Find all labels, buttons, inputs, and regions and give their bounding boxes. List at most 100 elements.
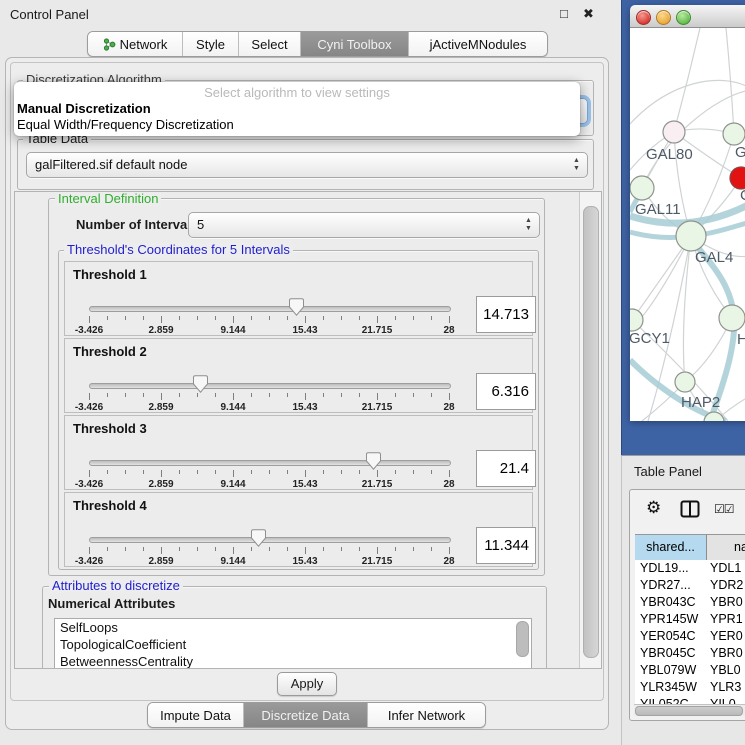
tab-cyni-toolbox[interactable]: Cyni Toolbox [300,32,408,56]
table-hscrollbar-thumb[interactable] [635,706,743,716]
gear-icon[interactable]: ⚙ [646,498,661,518]
network-node-gal11[interactable] [630,176,654,200]
axis-tick-label: 9.144 [208,325,258,336]
axis-tick-label: 28 [424,479,474,490]
threshold-slider-track[interactable] [89,306,451,312]
network-node-hap2[interactable] [675,372,695,392]
zoom-window-icon[interactable] [676,10,691,25]
table-row[interactable]: YPR145WYPR1 [635,611,745,628]
settings-scrollbar-thumb[interactable] [583,206,599,658]
threshold-label: Threshold 2 [73,344,147,359]
network-window: GAL80GACGAL11GAL4GCY1HHAP2 [630,5,745,420]
axis-tick-label: -3.426 [64,325,114,336]
threshold-slider-thumb[interactable] [193,375,208,393]
table-row[interactable]: YBR043CYBR0 [635,594,745,611]
float-window-icon[interactable]: □ [560,6,568,21]
table-row[interactable]: YER054CYER0 [635,628,745,645]
tab-impute-data[interactable]: Impute Data [148,703,243,727]
threshold-panel: Threshold 4-3.4262.8599.14415.4321.71528… [64,492,533,567]
threshold-slider-thumb[interactable] [289,298,304,316]
table-rows: YDL19...YDL1YDR27...YDR2YBR043CYBR0YPR14… [635,560,745,704]
settings-scrollbar-track[interactable] [579,192,601,668]
tab-style[interactable]: Style [182,32,238,56]
table-row[interactable]: YBL079WYBL0 [635,662,745,679]
threshold-slider-track[interactable] [89,383,451,389]
threshold-slider-track[interactable] [89,537,451,543]
network-node-label: GCY1 [630,330,670,347]
axis-tick-label: 15.43 [280,479,330,490]
bottom-tab-bar: Impute Data Discretize Data Infer Networ… [147,702,486,728]
control-panel: Control Panel □ ✖ Network Style Select C… [0,0,612,745]
network-node-c[interactable] [730,167,745,189]
close-panel-icon[interactable]: ✖ [583,6,594,22]
num-intervals-value: 5 [197,217,204,232]
column-header-shared[interactable]: shared... [635,534,707,561]
network-canvas[interactable]: GAL80GACGAL11GAL4GCY1HHAP2 [630,28,745,421]
axis-tick-label: 21.715 [352,325,402,336]
network-edge[interactable] [630,80,745,124]
numerical-attributes-label: Numerical Attributes [48,596,175,611]
threshold-value-field[interactable]: 14.713 [476,296,536,333]
cyni-toolbox-panel: Discretization Algorithm ▲▼ Table Data g… [5,57,609,730]
dropdown-option-equal-width[interactable]: Equal Width/Frequency Discretization [17,117,234,132]
axis-tick-label: 9.144 [208,402,258,413]
apply-button[interactable]: Apply [277,672,337,696]
network-node-gal80[interactable] [663,121,685,143]
threshold-value-field[interactable]: 11.344 [476,527,536,564]
attributes-list-scrollbar[interactable] [516,621,529,657]
attribute-list-item[interactable]: BetweennessCentrality [55,653,531,669]
axis-tick-label: 2.859 [136,556,186,567]
network-icon [103,38,116,51]
axis-tick-label: -3.426 [64,556,114,567]
table-hscrollbar-track[interactable] [634,704,745,716]
network-node-label: GA [735,144,745,161]
tab-discretize-data[interactable]: Discretize Data [243,703,367,727]
network-node-h[interactable] [719,305,745,331]
network-window-titlebar[interactable] [630,5,745,28]
axis-tick-label: 21.715 [352,556,402,567]
axis-tick-label: 28 [424,402,474,413]
network-node-gal4[interactable] [676,221,706,251]
network-graph: GAL80GACGAL11GAL4GCY1HHAP2 [630,28,745,421]
table-row[interactable]: YIL052CYIL0 [635,696,745,704]
dropdown-option-manual-discretization[interactable]: Manual Discretization [17,101,151,116]
axis-tick-label: -3.426 [64,479,114,490]
axis-tick-label: -3.426 [64,402,114,413]
network-node-ga[interactable] [723,123,745,145]
select-columns-icon[interactable]: ☑☑ [714,502,734,516]
table-row[interactable]: YDR27...YDR2 [635,577,745,594]
top-tab-bar: Network Style Select Cyni Toolbox jActiv… [87,31,548,57]
threshold-slider-thumb[interactable] [366,452,381,470]
threshold-panel: Threshold 3-3.4262.8599.14415.4321.71528… [64,415,533,490]
threshold-slider-track[interactable] [89,460,451,466]
stepper-icon: ▲▼ [524,217,533,233]
axis-tick-label: 9.144 [208,556,258,567]
dropdown-placeholder-option[interactable]: Select algorithm to view settings [14,85,580,100]
screen: Control Panel □ ✖ Network Style Select C… [0,0,745,745]
table-data-combobox[interactable]: galFiltered.sif default node ▲▼ [26,152,588,178]
threshold-slider-thumb[interactable] [251,529,266,547]
close-window-icon[interactable] [636,10,651,25]
table-row[interactable]: YDL19...YDL1 [635,560,745,577]
tab-jactivemnodules[interactable]: jActiveMNodules [408,32,547,56]
minimize-window-icon[interactable] [656,10,671,25]
table-row[interactable]: YBR045CYBR0 [635,645,745,662]
axis-tick-label: 21.715 [352,479,402,490]
tab-select[interactable]: Select [238,32,300,56]
columns-icon[interactable] [680,500,700,518]
attribute-list-item[interactable]: TopologicalCoefficient [55,636,531,653]
threshold-value-field[interactable]: 6.316 [476,373,536,410]
attribute-list-item[interactable]: SelfLoops [55,619,531,636]
node-table: ⚙ ☑☑ shared... na YDL19...YDL1YDR27...YD… [629,489,745,721]
tab-infer-network[interactable]: Infer Network [367,703,485,727]
threshold-value-field[interactable]: 21.4 [476,450,536,487]
table-row[interactable]: YLR345WYLR3 [635,679,745,696]
network-edge[interactable] [674,28,700,132]
tab-network[interactable]: Network [88,32,182,56]
num-intervals-label: Number of Intervals [76,217,198,232]
num-intervals-combobox[interactable]: 5 ▲▼ [188,212,540,238]
axis-tick-label: 9.144 [208,479,258,490]
algorithm-dropdown-popup: Select algorithm to view settings Manual… [14,82,580,136]
network-node-label: GAL4 [695,249,733,266]
column-header-name[interactable]: na [707,534,745,561]
